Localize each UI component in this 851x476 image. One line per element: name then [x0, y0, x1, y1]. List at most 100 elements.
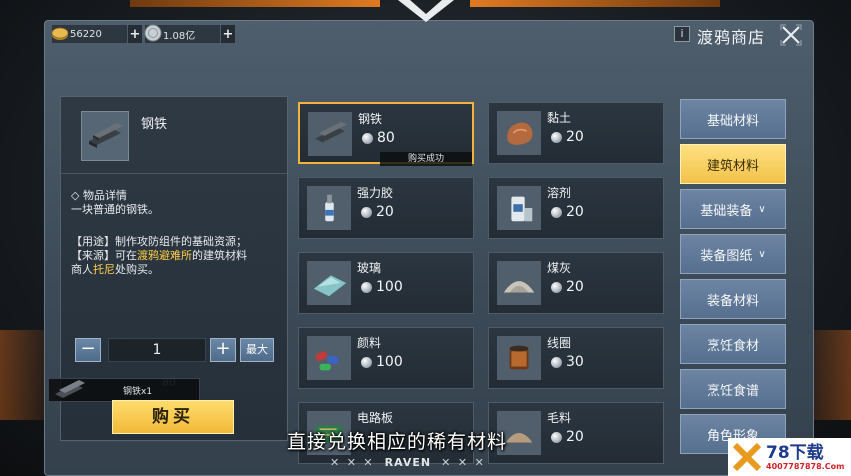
usage-line: 【用途】制作攻防组件的基础资源；: [71, 235, 247, 248]
glass-icon: [310, 264, 348, 302]
silver-coin-icon: [551, 281, 562, 293]
shop-item-card[interactable]: 钢铁 80 购买成功: [298, 102, 474, 166]
source-line: 【来源】可在渡鸦避难所的建筑材料: [71, 249, 247, 262]
detail-item-thumbnail: [81, 111, 129, 161]
shop-item-card[interactable]: 毛料 20: [488, 402, 664, 464]
detail-description: 一块普通的钢铁。: [71, 203, 159, 216]
item-thumbnail: [497, 261, 541, 305]
purchase-toast: 钢铁x1: [48, 378, 200, 402]
item-thumbnail: [307, 261, 351, 305]
silver-coin-icon: [362, 132, 373, 144]
category-tab-label: 烹饪食材: [706, 338, 759, 354]
steel-bar-icon: [311, 120, 349, 148]
category-tab-label: 烹饪食谱: [706, 383, 759, 399]
item-name: 线圈: [547, 336, 572, 350]
silver-currency: 1.08亿 +: [144, 24, 235, 43]
site-watermark: 78下载 4007787878.Com: [728, 438, 851, 476]
category-tab[interactable]: 建筑材料: [680, 144, 786, 184]
item-price: 100: [361, 279, 403, 295]
shop-item-card[interactable]: 玻璃 100: [298, 252, 474, 314]
footer-brand: ✕ ✕ ✕ RAVEN ✕ ✕ ✕: [330, 456, 486, 469]
gold-currency: 56220 +: [51, 25, 142, 43]
coil-icon: [500, 339, 538, 377]
top-chevron-icon: [398, 0, 454, 22]
item-price: 80: [362, 130, 395, 146]
item-thumbnail: [497, 111, 541, 155]
gold-amount: 56220: [70, 28, 102, 40]
detail-item-name: 钢铁: [141, 117, 168, 132]
merchant-name: 托尼: [93, 263, 115, 276]
quantity-max-button[interactable]: 最大: [240, 338, 274, 362]
shop-item-card[interactable]: 煤灰 20: [488, 252, 664, 314]
item-thumbnail: [497, 336, 541, 380]
category-tab-label: 装备材料: [706, 293, 759, 309]
info-button[interactable]: i: [674, 26, 690, 42]
chevron-down-icon: ∨: [758, 203, 766, 215]
item-name: 强力胶: [357, 186, 394, 200]
item-price: 20: [551, 204, 584, 220]
item-thumbnail: [307, 186, 351, 230]
category-tab[interactable]: 装备图纸 ∨: [680, 234, 786, 274]
top-orange-accent-left: [130, 0, 380, 7]
shop-title: 渡鸦商店: [697, 28, 766, 47]
category-tab[interactable]: 烹饪食材: [680, 324, 786, 364]
chevron-down-icon: ∨: [758, 248, 766, 260]
glue-icon: [310, 189, 348, 227]
item-price: 20: [551, 279, 584, 295]
steel-bar-icon: [55, 380, 85, 398]
silver-amount: 1.08亿: [163, 30, 196, 42]
divider: [61, 173, 287, 174]
shop-item-card[interactable]: 溶剂 20: [488, 177, 664, 239]
item-name: 溶剂: [547, 186, 572, 200]
gold-coin-icon: [51, 27, 69, 40]
add-silver-button[interactable]: +: [221, 25, 235, 43]
watermark-logo-icon: [732, 442, 762, 472]
item-thumbnail: [497, 186, 541, 230]
item-name: 颜料: [357, 336, 382, 350]
quantity-field[interactable]: 1: [108, 338, 206, 362]
category-tab[interactable]: 烹饪食谱: [680, 369, 786, 409]
item-thumbnail: [307, 336, 351, 380]
silver-coin-icon: [361, 356, 372, 368]
silver-coin-icon: [144, 24, 162, 42]
clay-icon: [500, 114, 538, 152]
item-name: 毛料: [547, 411, 572, 425]
quantity-decrease-button[interactable]: −: [75, 338, 101, 362]
silver-coin-icon: [361, 206, 372, 218]
merchant-line: 商人托尼处购买。: [71, 263, 159, 276]
quantity-increase-button[interactable]: +: [210, 338, 236, 362]
shop-item-card[interactable]: 线圈 30: [488, 327, 664, 389]
item-name: 煤灰: [547, 261, 572, 275]
add-gold-button[interactable]: +: [128, 25, 142, 43]
coal-ash-icon: [500, 264, 538, 302]
detail-usage-source: 【用途】制作攻防组件的基础资源； 【来源】可在渡鸦避难所的建筑材料 商人托尼处购…: [71, 235, 283, 277]
buy-button[interactable]: 购买: [112, 400, 234, 434]
category-tab-label: 装备图纸: [700, 248, 753, 264]
category-tab[interactable]: 装备材料: [680, 279, 786, 319]
watermark-sub: 4007787878.Com: [766, 461, 845, 471]
category-tab-label: 建筑材料: [706, 158, 759, 174]
item-price: 20: [361, 204, 394, 220]
category-tab[interactable]: 基础装备 ∨: [680, 189, 786, 229]
item-name: 电路板: [357, 411, 394, 425]
game-screen: 56220 + 1.08亿 + i 渡鸦商店 钢铁 ◇ 物品详情 一块普通的钢铁…: [0, 0, 851, 476]
silver-coin-icon: [361, 281, 372, 293]
top-orange-accent-right: [470, 0, 720, 7]
silver-coin-icon: [551, 431, 562, 443]
item-name: 钢铁: [358, 112, 383, 126]
close-icon[interactable]: [780, 24, 802, 46]
purchase-status: 购买成功: [380, 152, 472, 166]
shop-item-card[interactable]: 颜料 100: [298, 327, 474, 389]
shop-item-card[interactable]: 强力胶 20: [298, 177, 474, 239]
paint-icon: [310, 339, 348, 377]
watermark-main: 78下载: [766, 442, 824, 463]
item-name: 玻璃: [357, 261, 382, 275]
item-price: 30: [551, 354, 584, 370]
item-thumbnail: [308, 112, 352, 156]
steel-bar-icon: [89, 123, 123, 148]
item-price: 100: [361, 354, 403, 370]
item-price: 20: [551, 429, 584, 445]
category-tab[interactable]: 基础材料: [680, 99, 786, 139]
silver-coin-icon: [551, 131, 562, 143]
shop-item-card[interactable]: 黏土 20: [488, 102, 664, 164]
